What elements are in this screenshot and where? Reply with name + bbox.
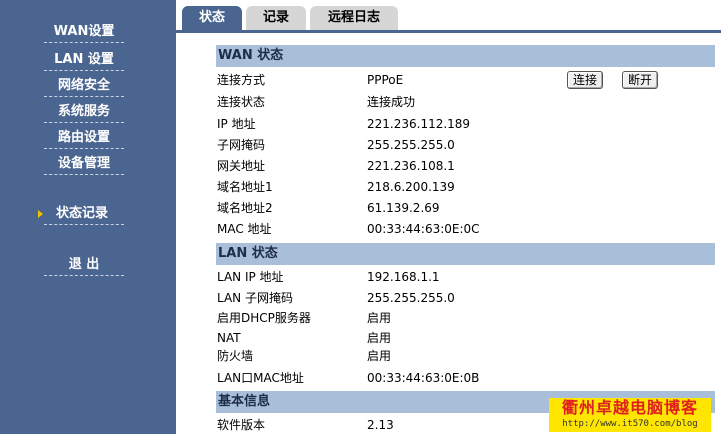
lan-dhcp-row: 启用DHCP服务器 启用 [217,308,707,328]
wan-mac-row: MAC 地址 00:33:44:63:0E:0C [217,219,707,239]
row-label: 连接状态 [217,95,266,109]
sidebar-item-device-management[interactable]: 设备管理 [44,154,124,175]
wan-connection-type-row: 连接方式 PPPoE 连接 断开 [217,70,707,90]
row-value: 221.236.108.1 [367,159,455,173]
blog-watermark: 衢州卓越电脑博客 http://www.it570.com/blog [549,398,711,432]
row-label: LAN口MAC地址 [217,371,304,385]
wan-ip-row: IP 地址 221.236.112.189 [217,114,707,134]
row-label: 子网掩码 [217,138,266,152]
tab-bar: 状态 记录 远程日志 [176,0,721,33]
sidebar-item-wan-settings[interactable]: WAN设置 [44,22,124,43]
row-value: PPPoE [367,73,404,87]
row-value: 00:33:44:63:0E:0C [367,222,480,236]
sidebar-nav: WAN设置 LAN 设置 网络安全 系统服务 路由设置 设备管理 状态记录 退 … [0,0,176,434]
sidebar-item-logout[interactable]: 退 出 [44,255,124,276]
sidebar-item-system-services[interactable]: 系统服务 [44,102,124,123]
tab-status[interactable]: 状态 [182,6,242,30]
row-label: 防火墙 [217,349,254,363]
row-label: 域名地址2 [217,201,273,215]
wan-dns2-row: 域名地址2 61.139.2.69 [217,198,707,218]
lan-subnet-row: LAN 子网掩码 255.255.255.0 [217,288,707,308]
row-label: 启用DHCP服务器 [217,311,311,325]
sidebar-item-lan-settings[interactable]: LAN 设置 [44,50,124,71]
row-label: IP 地址 [217,117,256,131]
watermark-title: 衢州卓越电脑博客 [561,398,698,417]
row-value: 启用 [367,311,392,325]
tab-remote-log[interactable]: 远程日志 [310,6,398,30]
active-arrow-icon [38,210,43,218]
lan-ip-row: LAN IP 地址 192.168.1.1 [217,267,707,287]
row-value: 221.236.112.189 [367,117,471,131]
wan-gateway-row: 网关地址 221.236.108.1 [217,156,707,176]
wan-dns1-row: 域名地址1 218.6.200.139 [217,177,707,197]
row-label: 网关地址 [217,159,266,173]
wan-subnet-row: 子网掩码 255.255.255.0 [217,135,707,155]
row-value: 启用 [367,331,392,345]
lan-nat-row: NAT 启用 [217,328,707,348]
row-label: 连接方式 [217,73,266,87]
row-label: LAN IP 地址 [217,270,284,284]
row-label: NAT [217,331,241,345]
row-label: MAC 地址 [217,222,272,236]
row-label: 软件版本 [217,418,266,432]
row-label: 域名地址1 [217,180,273,194]
connect-button[interactable]: 连接 [567,71,604,89]
wan-status-header: WAN 状态 [216,45,715,67]
row-value: 连接成功 [367,95,416,109]
tab-log[interactable]: 记录 [246,6,306,30]
row-value: 2.13 [367,418,394,432]
main-content: 状态 记录 远程日志 WAN 状态 连接方式 PPPoE 连接 断开 连接状态 … [176,0,721,434]
disconnect-button[interactable]: 断开 [622,71,659,89]
row-value: 启用 [367,349,392,363]
row-label: LAN 子网掩码 [217,291,293,305]
row-value: 61.139.2.69 [367,201,440,215]
row-value: 00:33:44:63:0E:0B [367,371,480,385]
sidebar-item-routing-settings[interactable]: 路由设置 [44,128,124,149]
row-value: 255.255.255.0 [367,291,455,305]
lan-status-header: LAN 状态 [216,243,715,265]
watermark-url: http://www.it570.com/blog [562,419,698,429]
lan-firewall-row: 防火墙 启用 [217,346,707,366]
row-value: 218.6.200.139 [367,180,455,194]
sidebar-item-network-security[interactable]: 网络安全 [44,76,124,97]
row-value: 192.168.1.1 [367,270,440,284]
wan-connection-status-row: 连接状态 连接成功 [217,92,707,112]
row-value: 255.255.255.0 [367,138,455,152]
sidebar-item-status-log[interactable]: 状态记录 [38,204,124,225]
sidebar-item-label: 状态记录 [56,206,109,221]
lan-mac-row: LAN口MAC地址 00:33:44:63:0E:0B [217,368,707,388]
router-admin-page: WAN设置 LAN 设置 网络安全 系统服务 路由设置 设备管理 状态记录 退 … [0,0,721,434]
